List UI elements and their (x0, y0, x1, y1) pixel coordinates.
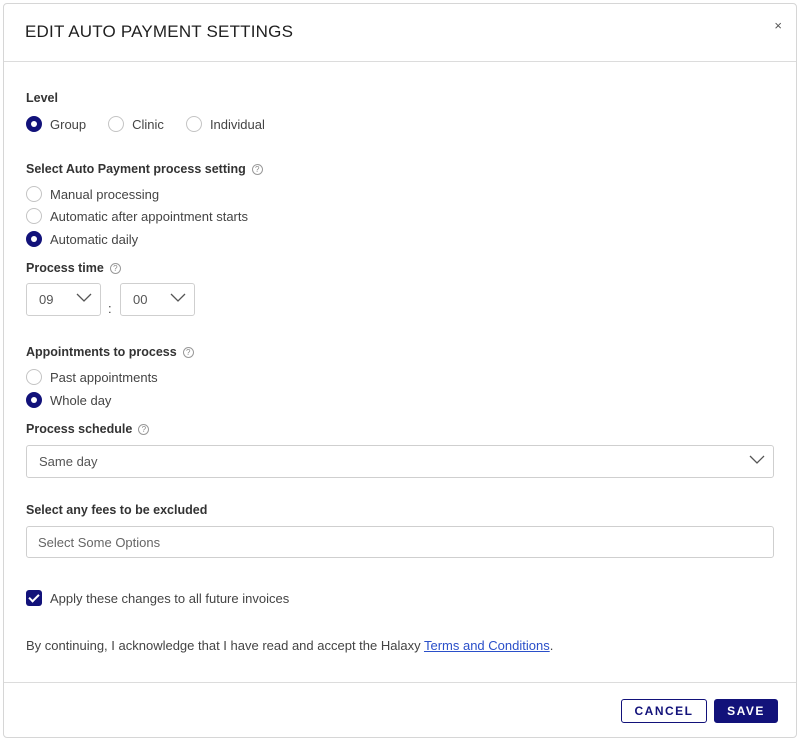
time-separator: : (108, 301, 112, 316)
help-icon[interactable]: ? (182, 347, 194, 358)
appointments-option-label: Whole day (50, 392, 112, 408)
process-setting-option-manual[interactable]: Manual processing (26, 185, 159, 203)
process-setting-option-automatic-after[interactable]: Automatic after appointment starts (26, 207, 248, 225)
appointments-label: Appointments to process? (26, 345, 194, 359)
level-option-individual[interactable]: Individual (185, 116, 265, 132)
appointments-label-text: Appointments to process (26, 345, 177, 359)
appointments-option-past[interactable]: Past appointments (26, 368, 158, 386)
apply-future-invoices-checkbox[interactable]: Apply these changes to all future invoic… (26, 590, 289, 606)
help-icon[interactable]: ? (138, 424, 150, 435)
level-option-label: Individual (209, 116, 265, 132)
modal-title: EDIT AUTO PAYMENT SETTINGS (25, 22, 294, 41)
footer-divider (4, 682, 796, 683)
checkbox-checked-icon[interactable] (26, 590, 42, 606)
acknowledgement-suffix: . (549, 638, 554, 653)
process-schedule-value: Same day (39, 454, 98, 469)
save-button[interactable]: SAVE (714, 699, 778, 723)
help-icon[interactable]: ? (109, 263, 121, 274)
chevron-down-icon (170, 293, 186, 302)
level-option-clinic[interactable]: Clinic (108, 116, 164, 132)
radio-unchecked-icon[interactable] (26, 208, 42, 224)
fees-label: Select any fees to be excluded (26, 503, 208, 517)
radio-checked-icon[interactable] (26, 116, 42, 132)
minute-value: 00 (133, 292, 148, 307)
process-setting-option-label: Automatic daily (50, 231, 139, 247)
level-option-label: Clinic (132, 116, 164, 132)
fees-input[interactable] (27, 527, 773, 557)
radio-unchecked-icon[interactable] (26, 369, 42, 385)
help-icon[interactable]: ? (251, 164, 263, 175)
appointments-option-label: Past appointments (50, 369, 158, 385)
level-label: Level (26, 91, 58, 105)
minute-select[interactable]: 00 (120, 283, 195, 316)
hour-value: 09 (39, 292, 54, 307)
chevron-down-icon (76, 293, 92, 302)
process-schedule-select[interactable]: Same day (26, 445, 774, 478)
process-time-label: Process time? (26, 261, 121, 275)
apply-future-invoices-label: Apply these changes to all future invoic… (50, 590, 290, 606)
fees-multiselect[interactable] (26, 526, 774, 558)
cancel-button[interactable]: CANCEL (621, 699, 707, 723)
appointments-option-whole-day[interactable]: Whole day (26, 391, 111, 409)
process-setting-option-label: Manual processing (50, 186, 160, 202)
process-setting-option-automatic-daily[interactable]: Automatic daily (26, 230, 138, 248)
chevron-down-icon (749, 455, 765, 464)
process-schedule-label-text: Process schedule (26, 422, 133, 436)
level-option-label: Group (50, 116, 87, 132)
process-schedule-label: Process schedule? (26, 422, 150, 436)
acknowledgement-text: By continuing, I acknowledge that I have… (26, 638, 553, 653)
radio-unchecked-icon[interactable] (108, 116, 125, 132)
process-setting-label: Select Auto Payment process setting? (26, 162, 263, 176)
process-time-label-text: Process time (26, 261, 104, 275)
process-setting-label-text: Select Auto Payment process setting (26, 162, 246, 176)
radio-checked-icon[interactable] (26, 392, 42, 408)
acknowledgement-body: By continuing, I acknowledge that I have… (26, 638, 424, 653)
terms-and-conditions-link[interactable]: Terms and Conditions (424, 638, 550, 653)
modal-header: EDIT AUTO PAYMENT SETTINGS × (4, 4, 796, 62)
level-radio-group: Group Clinic Individual (26, 115, 287, 133)
hour-select[interactable]: 09 (26, 283, 101, 316)
radio-unchecked-icon[interactable] (26, 186, 42, 202)
radio-checked-icon[interactable] (26, 231, 42, 247)
level-option-group[interactable]: Group (26, 116, 86, 132)
close-icon[interactable]: × (774, 19, 782, 32)
radio-unchecked-icon[interactable] (185, 116, 202, 132)
process-setting-option-label: Automatic after appointment starts (50, 208, 248, 224)
edit-auto-payment-modal: EDIT AUTO PAYMENT SETTINGS × Level Group… (3, 3, 797, 738)
